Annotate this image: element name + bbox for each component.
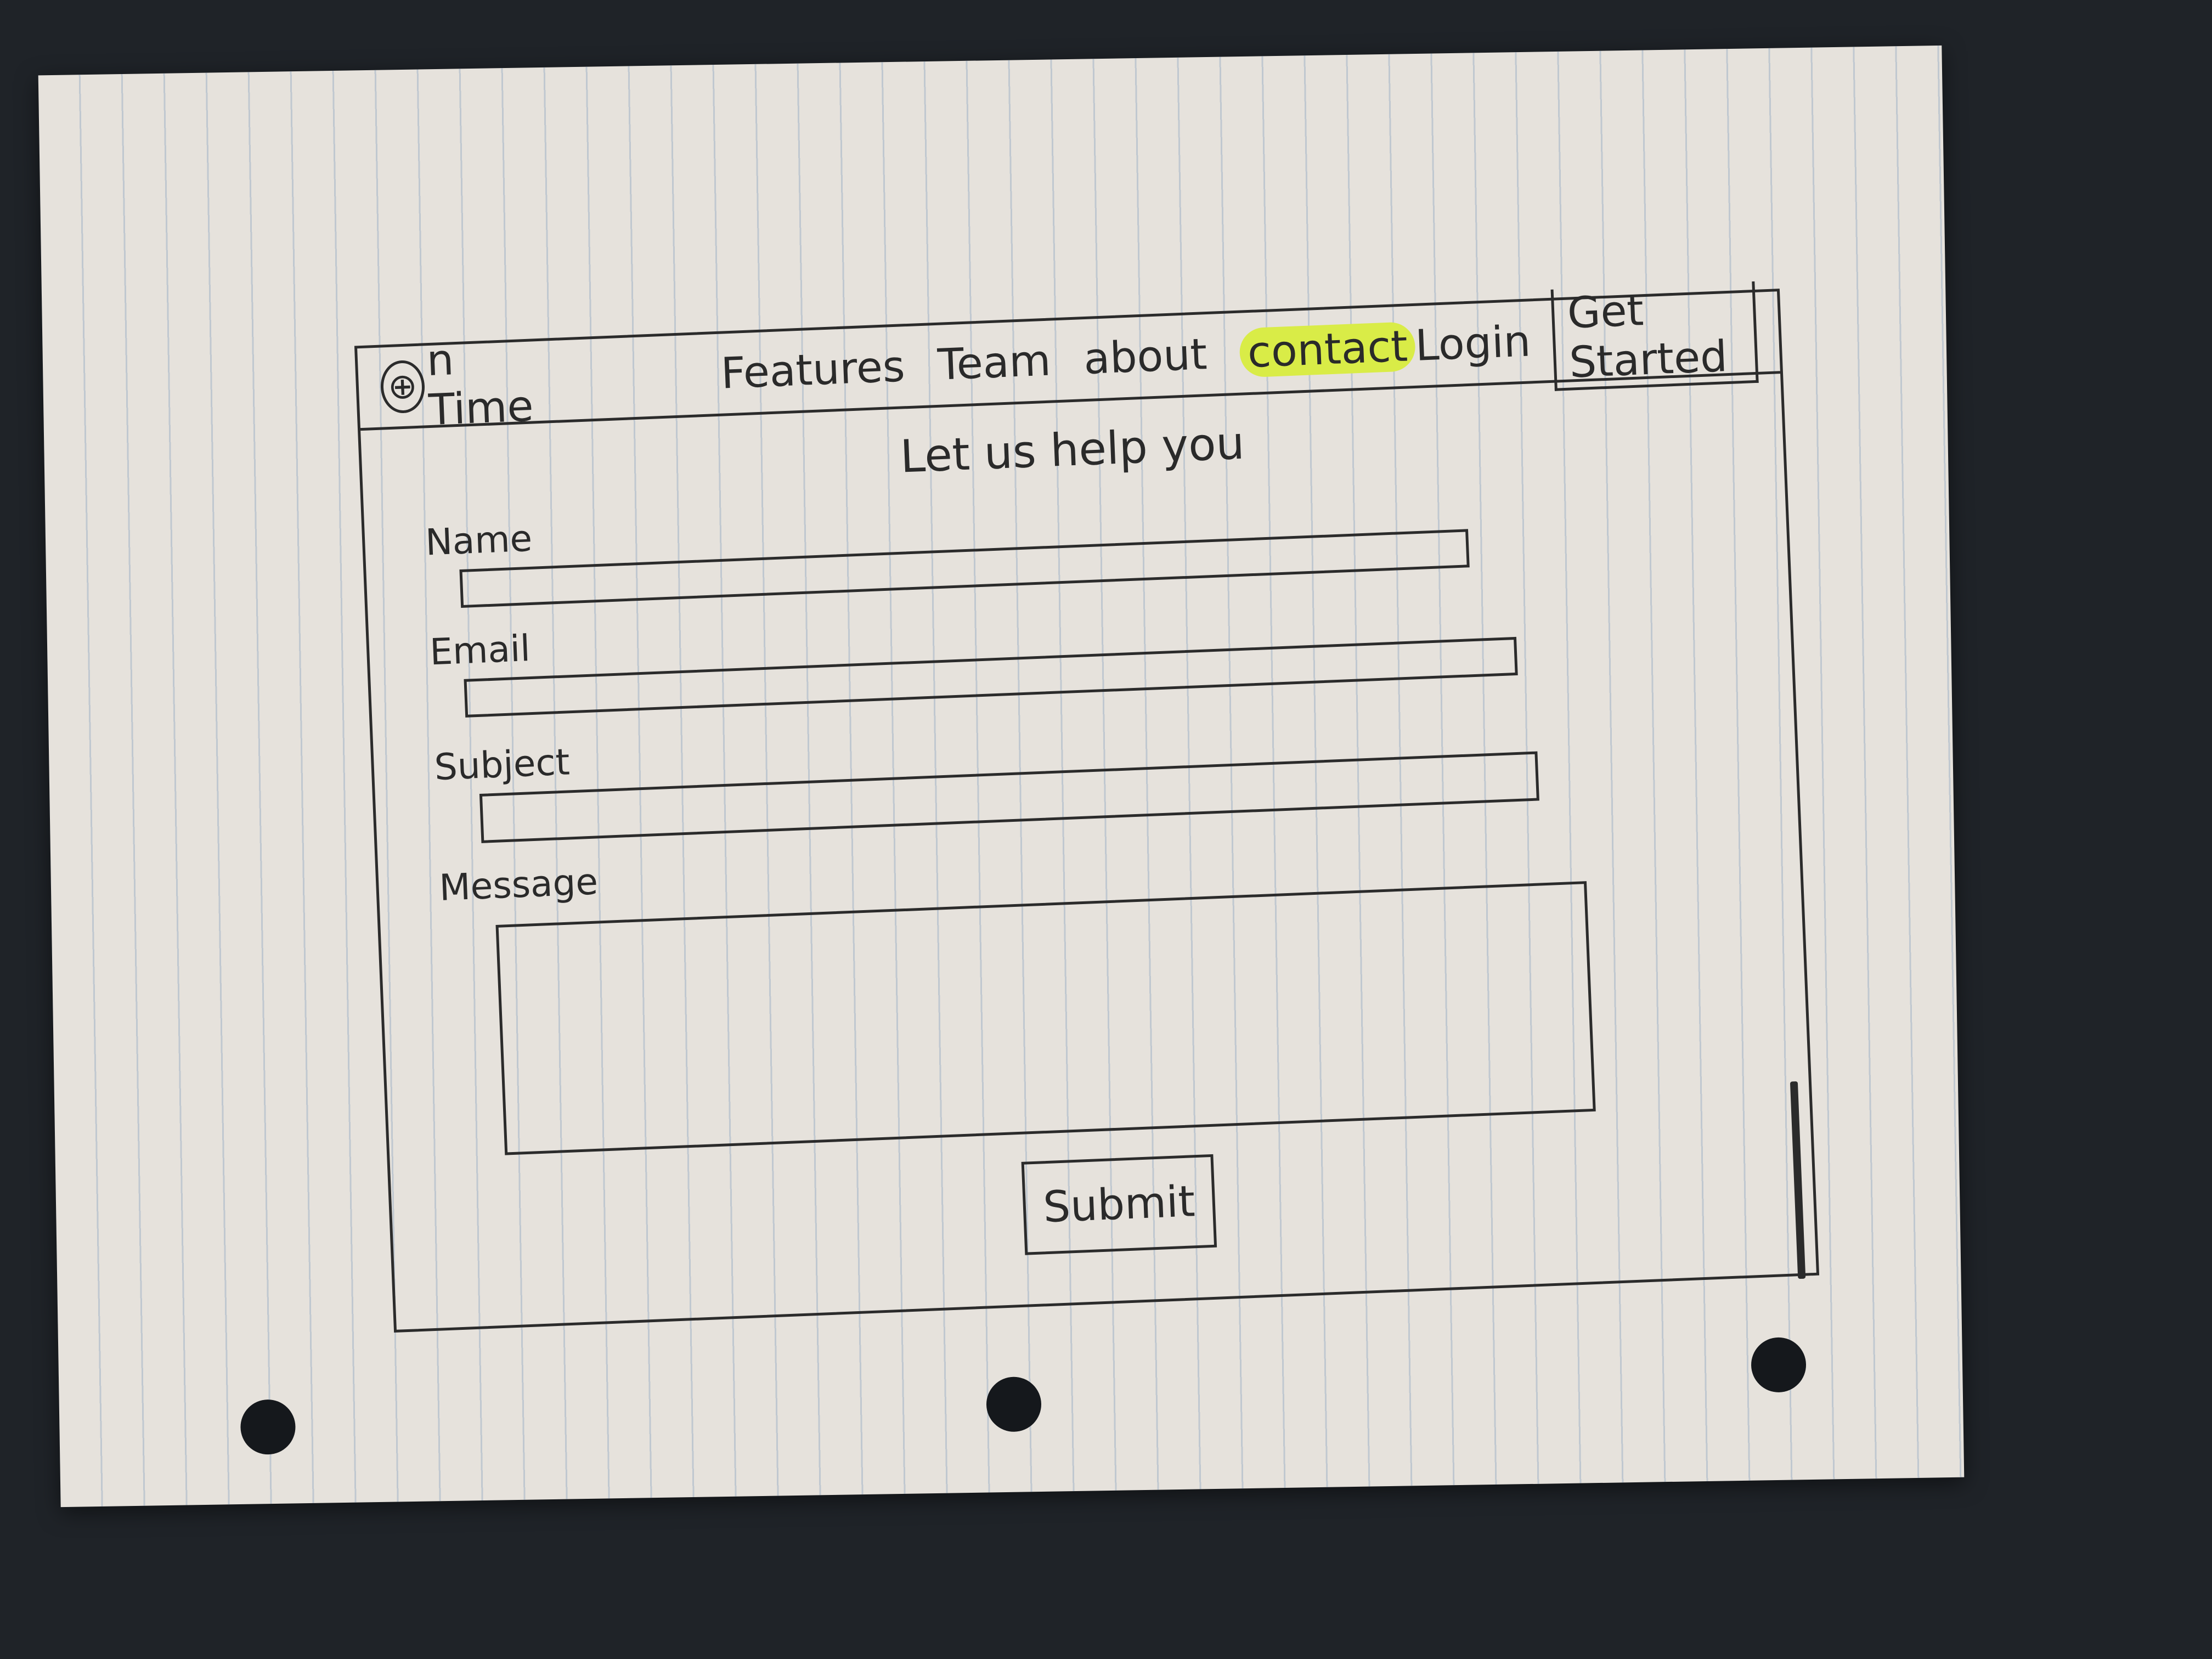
submit-button[interactable]: Submit xyxy=(1021,1154,1217,1255)
wireframe-window: ⊕ n Time Features Team about contact Log… xyxy=(354,281,1820,1333)
clock-icon: ⊕ xyxy=(380,359,426,414)
punch-hole xyxy=(240,1399,296,1455)
message-label: Message xyxy=(438,860,599,910)
logo-text: n Time xyxy=(426,335,535,435)
subject-label: Subject xyxy=(433,741,571,789)
name-label: Name xyxy=(424,517,533,564)
nav-actions: Login Get Started xyxy=(1413,281,1759,397)
subject-input[interactable] xyxy=(479,751,1539,843)
punch-hole xyxy=(986,1376,1042,1432)
message-textarea[interactable] xyxy=(495,881,1596,1155)
name-input[interactable] xyxy=(459,529,1470,608)
notebook-paper: ⊕ n Time Features Team about contact Log… xyxy=(38,45,1965,1508)
nav-link-about[interactable]: about xyxy=(1082,330,1207,384)
email-label: Email xyxy=(428,627,531,674)
scrollbar[interactable] xyxy=(1790,1081,1806,1279)
email-input[interactable] xyxy=(464,636,1518,718)
nav-link-contact[interactable]: contact xyxy=(1239,321,1417,378)
punch-hole xyxy=(1751,1337,1807,1393)
logo[interactable]: ⊕ n Time xyxy=(379,331,548,437)
nav-link-team[interactable]: Team xyxy=(936,336,1052,390)
nav-link-features[interactable]: Features xyxy=(720,342,906,398)
nav-links: Features Team about contact xyxy=(720,321,1417,398)
login-link[interactable]: Login xyxy=(1414,317,1532,370)
get-started-button[interactable]: Get Started xyxy=(1550,281,1759,391)
